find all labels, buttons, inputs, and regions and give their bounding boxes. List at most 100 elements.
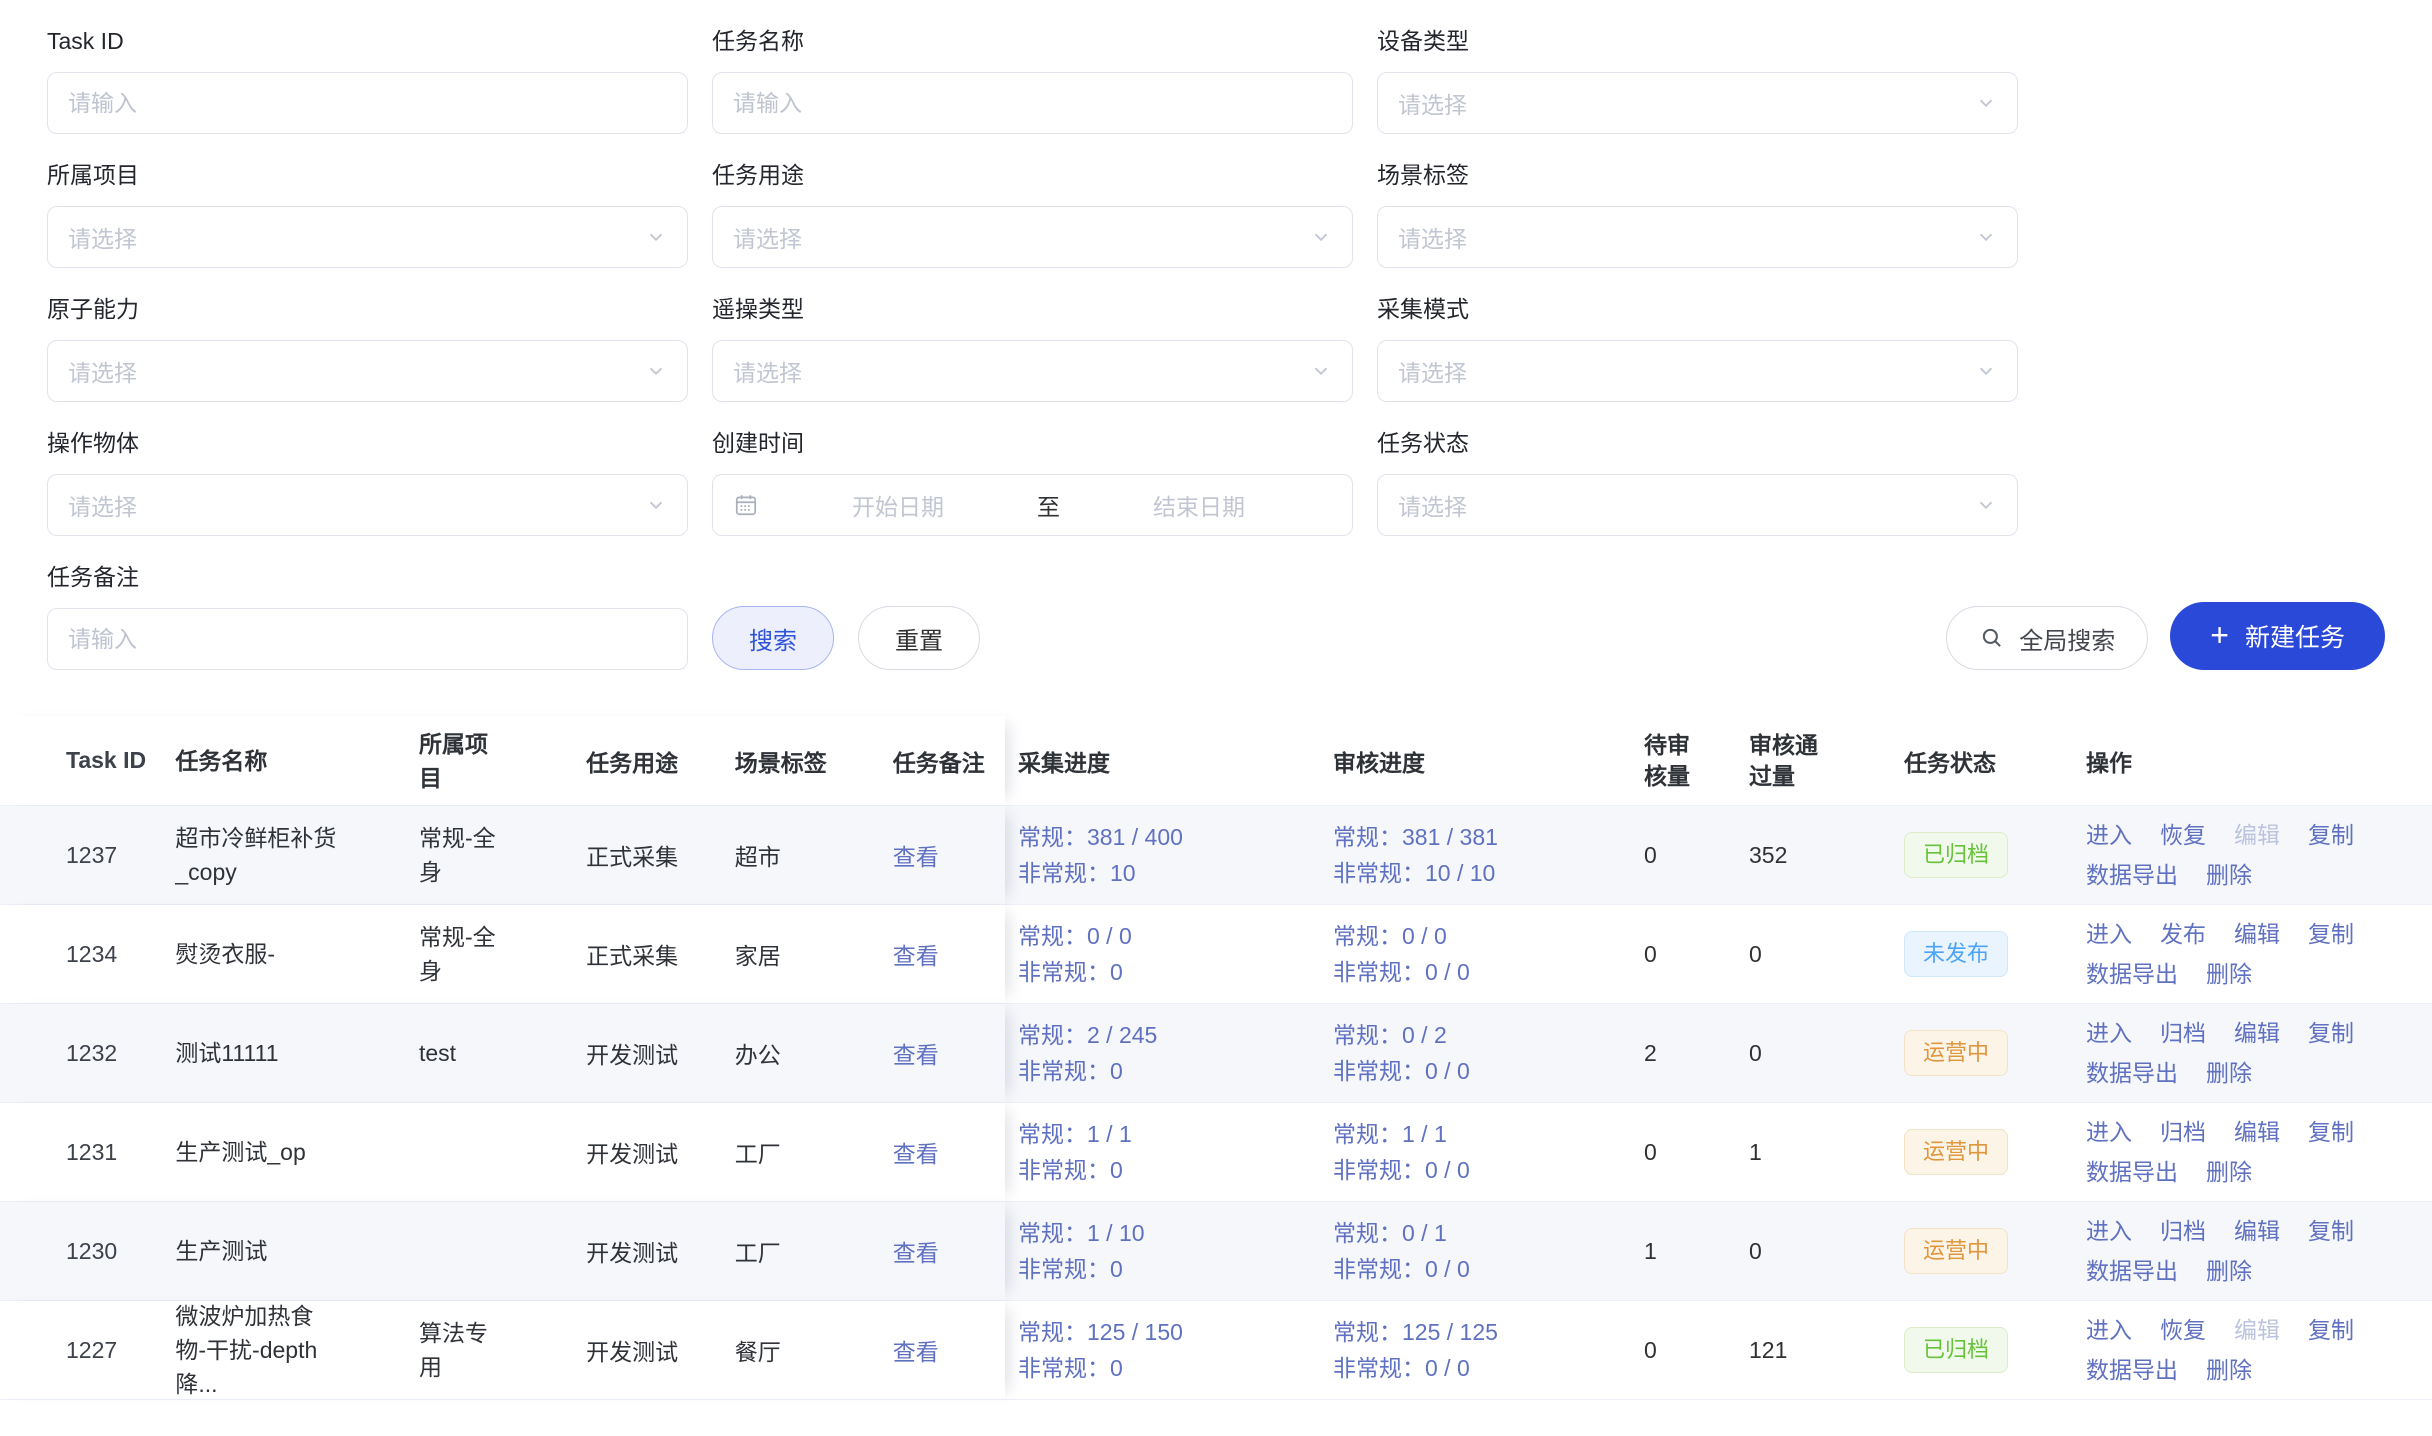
action-link[interactable]: 进入 bbox=[2086, 1312, 2132, 1348]
task-status-select[interactable]: 请选择 bbox=[1377, 474, 2018, 536]
action-link[interactable]: 删除 bbox=[2206, 1253, 2252, 1289]
action-link[interactable]: 复制 bbox=[2308, 1114, 2354, 1150]
search-button[interactable]: 搜索 bbox=[712, 606, 834, 670]
action-link[interactable]: 数据导出 bbox=[2086, 1154, 2178, 1190]
action-link[interactable]: 复制 bbox=[2308, 1213, 2354, 1249]
note-view-link[interactable]: 查看 bbox=[893, 1333, 939, 1367]
chevron-down-icon bbox=[645, 360, 667, 382]
filter-field-task-name: 任务名称 bbox=[712, 26, 1353, 134]
collect-irregular-value: 0 bbox=[1110, 1058, 1123, 1084]
review-regular-value: 125 / 125 bbox=[1402, 1319, 1498, 1345]
action-link[interactable]: 复制 bbox=[2308, 1015, 2354, 1051]
action-link[interactable]: 数据导出 bbox=[2086, 1352, 2178, 1388]
action-link[interactable]: 删除 bbox=[2206, 1352, 2252, 1388]
action-link[interactable]: 数据导出 bbox=[2086, 857, 2178, 893]
table-row: 1234 熨烫衣服- 常规-全身 正式采集 家居 查看 常规：0 / 0 非常规… bbox=[0, 905, 2432, 1004]
action-link[interactable]: 归档 bbox=[2160, 1015, 2206, 1051]
create-time-range-picker[interactable]: 开始日期 至 结束日期 bbox=[712, 474, 1353, 536]
note-view-link[interactable]: 查看 bbox=[893, 1135, 939, 1169]
cell-approved: 0 bbox=[1749, 1040, 1762, 1067]
action-link[interactable]: 发布 bbox=[2160, 916, 2206, 952]
collect-regular-value: 0 / 0 bbox=[1087, 923, 1132, 949]
action-link[interactable]: 编辑 bbox=[2234, 916, 2280, 952]
end-date-placeholder[interactable]: 结束日期 bbox=[1066, 488, 1332, 522]
action-link[interactable]: 归档 bbox=[2160, 1114, 2206, 1150]
cell-purpose: 开发测试 bbox=[586, 1301, 735, 1399]
task-table: Task ID 任务名称 所属项目 任务用途 场景标签 任务备注 采集进度 审核… bbox=[0, 716, 2432, 1400]
action-link[interactable]: 复制 bbox=[2308, 916, 2354, 952]
review-regular-value: 1 / 1 bbox=[1402, 1121, 1447, 1147]
cell-task-name: 测试11111 bbox=[175, 1036, 339, 1070]
review-irregular-value: 0 / 0 bbox=[1425, 1256, 1470, 1282]
action-link[interactable]: 数据导出 bbox=[2086, 1253, 2178, 1289]
operate-object-select[interactable]: 请选择 bbox=[47, 474, 688, 536]
collect-irregular-value: 0 bbox=[1110, 1355, 1123, 1381]
create-task-button[interactable]: + 新建任务 bbox=[2170, 602, 2385, 670]
action-link[interactable]: 恢复 bbox=[2160, 817, 2206, 853]
actions-cell: 进入恢复编辑复制数据导出删除 bbox=[2086, 1312, 2432, 1388]
scene-tag-select[interactable]: 请选择 bbox=[1377, 206, 2018, 268]
review-irregular-value: 0 / 0 bbox=[1425, 1058, 1470, 1084]
plus-icon: + bbox=[2210, 619, 2229, 651]
reset-button[interactable]: 重置 bbox=[858, 606, 980, 670]
action-link[interactable]: 数据导出 bbox=[2086, 956, 2178, 992]
start-date-placeholder[interactable]: 开始日期 bbox=[765, 488, 1031, 522]
teleop-type-select[interactable]: 请选择 bbox=[712, 340, 1353, 402]
action-link[interactable]: 恢复 bbox=[2160, 1312, 2206, 1348]
review-regular-value: 0 / 2 bbox=[1402, 1022, 1447, 1048]
review-irregular-value: 10 / 10 bbox=[1425, 860, 1495, 886]
cell-task-name: 生产测试_op bbox=[175, 1135, 339, 1169]
action-link[interactable]: 归档 bbox=[2160, 1213, 2206, 1249]
cell-purpose: 开发测试 bbox=[586, 1103, 735, 1201]
cell-purpose: 开发测试 bbox=[586, 1004, 735, 1102]
review-progress: 常规：1 / 1 非常规：0 / 0 bbox=[1333, 1116, 1470, 1188]
scroll-columns-header: 采集进度 审核进度 待审核量 审核通过量 任务状态 操作 bbox=[1005, 716, 2432, 805]
action-link[interactable]: 数据导出 bbox=[2086, 1055, 2178, 1091]
search-icon bbox=[1979, 625, 2005, 651]
scroll-columns: 常规：1 / 1 非常规：0 常规：1 / 1 非常规：0 / 0 0 1 运营… bbox=[1005, 1103, 2432, 1201]
note-view-link[interactable]: 查看 bbox=[893, 838, 939, 872]
select-placeholder: 请选择 bbox=[68, 354, 645, 388]
cell-pending: 2 bbox=[1644, 1040, 1657, 1067]
collect-progress: 常规：381 / 400 非常规：10 bbox=[1018, 819, 1183, 891]
action-link[interactable]: 删除 bbox=[2206, 857, 2252, 893]
fixed-columns: 1232 测试11111 test 开发测试 办公 查看 bbox=[0, 1004, 1005, 1102]
action-link[interactable]: 进入 bbox=[2086, 1213, 2132, 1249]
select-placeholder: 请选择 bbox=[733, 220, 1310, 254]
note-view-link[interactable]: 查看 bbox=[893, 937, 939, 971]
cell-purpose: 开发测试 bbox=[586, 1202, 735, 1300]
task-id-input[interactable] bbox=[47, 72, 688, 134]
action-link[interactable]: 删除 bbox=[2206, 1154, 2252, 1190]
project-select[interactable]: 请选择 bbox=[47, 206, 688, 268]
filter-label: 所属项目 bbox=[47, 160, 688, 190]
task-note-input[interactable] bbox=[47, 608, 688, 670]
device-type-select[interactable]: 请选择 bbox=[1377, 72, 2018, 134]
note-view-link[interactable]: 查看 bbox=[893, 1234, 939, 1268]
action-link[interactable]: 进入 bbox=[2086, 1114, 2132, 1150]
note-view-link[interactable]: 查看 bbox=[893, 1036, 939, 1070]
action-link[interactable]: 删除 bbox=[2206, 956, 2252, 992]
action-link[interactable]: 复制 bbox=[2308, 1312, 2354, 1348]
cell-approved: 352 bbox=[1749, 842, 1787, 869]
status-badge: 未发布 bbox=[1904, 931, 2008, 977]
action-link[interactable]: 编辑 bbox=[2234, 1213, 2280, 1249]
purpose-select[interactable]: 请选择 bbox=[712, 206, 1353, 268]
select-placeholder: 请选择 bbox=[1398, 86, 1975, 120]
action-link[interactable]: 进入 bbox=[2086, 817, 2132, 853]
table-header-row: Task ID 任务名称 所属项目 任务用途 场景标签 任务备注 采集进度 审核… bbox=[0, 716, 2432, 806]
action-link[interactable]: 删除 bbox=[2206, 1055, 2252, 1091]
action-link[interactable]: 编辑 bbox=[2234, 1114, 2280, 1150]
review-regular-value: 0 / 1 bbox=[1402, 1220, 1447, 1246]
collect-mode-select[interactable]: 请选择 bbox=[1377, 340, 2018, 402]
global-search-button[interactable]: 全局搜索 bbox=[1946, 606, 2148, 670]
action-link[interactable]: 编辑 bbox=[2234, 1015, 2280, 1051]
cell-pending: 0 bbox=[1644, 1337, 1657, 1364]
action-link[interactable]: 复制 bbox=[2308, 817, 2354, 853]
collect-regular-value: 381 / 400 bbox=[1087, 824, 1183, 850]
review-progress: 常规：381 / 381 非常规：10 / 10 bbox=[1333, 819, 1498, 891]
action-link[interactable]: 进入 bbox=[2086, 1015, 2132, 1051]
atomic-ability-select[interactable]: 请选择 bbox=[47, 340, 688, 402]
collect-regular-value: 1 / 10 bbox=[1087, 1220, 1145, 1246]
task-name-input[interactable] bbox=[712, 72, 1353, 134]
action-link[interactable]: 进入 bbox=[2086, 916, 2132, 952]
